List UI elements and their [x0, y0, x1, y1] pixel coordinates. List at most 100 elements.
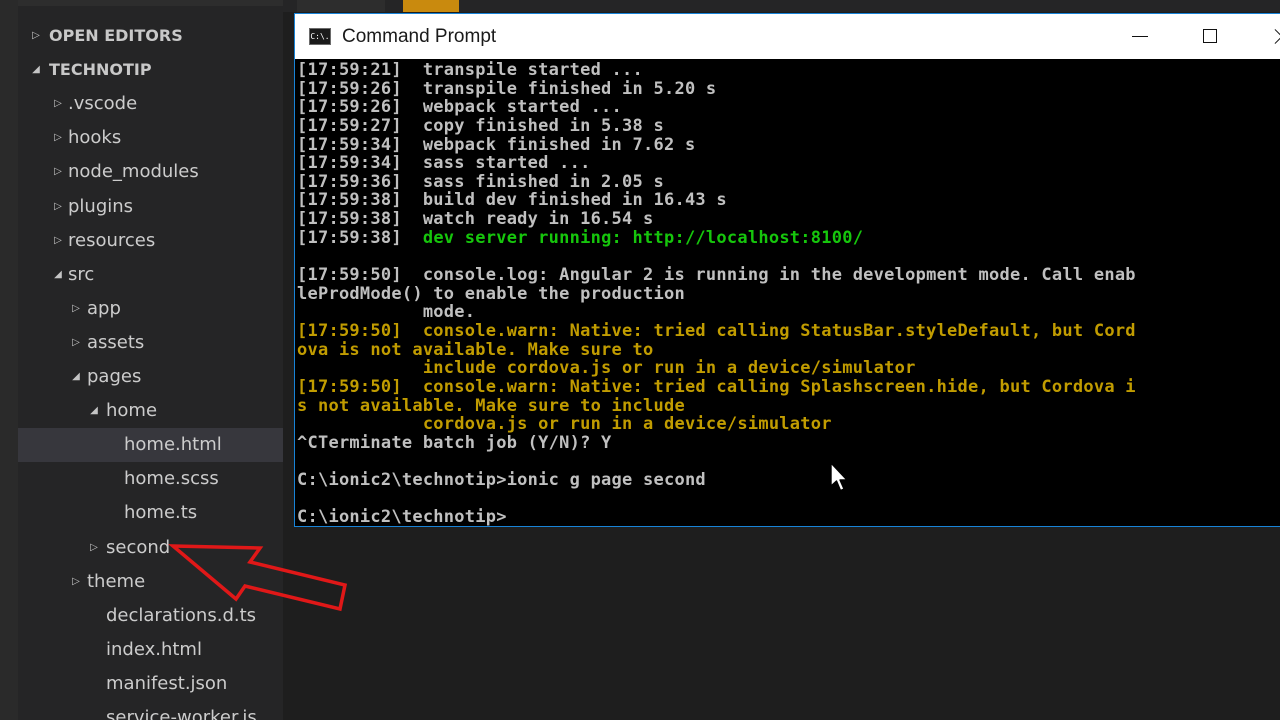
console-line-text: [17:59:34] sass started ... [297, 153, 591, 174]
chevron-down-icon[interactable]: ◢ [70, 360, 82, 394]
console-line: [17:59:34] webpack finished in 7.62 s [297, 134, 1280, 155]
explorer-item-label: src [68, 263, 95, 285]
console-line-text: mode. [297, 302, 476, 323]
chevron-right-icon[interactable]: ▷ [88, 531, 100, 565]
console-server-url: dev server running: http://localhost:810… [422, 227, 864, 248]
explorer-folder[interactable]: ▷ plugins [18, 190, 283, 224]
explorer-item-label: resources [68, 229, 156, 251]
console-line-text: [17:59:50] console.log: Angular 2 is run… [297, 265, 1136, 286]
cmd-icon-text: C:\. [310, 32, 330, 41]
console-line-text: [17:59:50] console.warn: Native: tried c… [297, 376, 1136, 397]
explorer-item-label: manifest.json [106, 672, 228, 694]
cmd-titlebar[interactable]: C:\. Command Prompt [295, 14, 1280, 59]
explorer-section-header[interactable]: ▷ OPEN EDITORS [18, 19, 283, 53]
cmd-title: Command Prompt [342, 26, 497, 47]
console-line-text: ova is not available. Make sure to [297, 339, 654, 360]
cmd-app-icon[interactable]: C:\. [309, 28, 331, 45]
console-line: include cordova.js or run in a device/si… [297, 359, 1280, 378]
explorer-item-label: index.html [106, 638, 202, 660]
console-line-text: [17:59:38] watch ready in 16.54 s [297, 209, 654, 230]
explorer-folder[interactable]: ▷ .vscode [18, 87, 283, 121]
explorer-item-label: OPEN EDITORS [49, 26, 183, 45]
explorer-folder[interactable]: ▷ assets [18, 326, 283, 360]
maximize-button[interactable] [1180, 14, 1240, 59]
console-line: [17:59:50] console.warn: Native: tried c… [297, 378, 1280, 397]
console-line-text: [17:59:36] sass finished in 2.05 s [297, 171, 664, 192]
console-line: [17:59:21] transpile started ... [297, 61, 1280, 80]
explorer-section-header[interactable]: ◢ TECHNOTIP [18, 53, 283, 87]
console-line: ova is not available. Make sure to [297, 339, 1280, 360]
explorer-folder[interactable]: ▷ app [18, 292, 283, 326]
explorer-item-label: theme [87, 570, 146, 592]
chevron-right-icon[interactable]: ▷ [70, 292, 82, 326]
console-line: [17:59:38] build dev finished in 16.43 s [297, 191, 1280, 210]
explorer-item-label: plugins [68, 195, 134, 217]
close-button[interactable] [1250, 14, 1280, 59]
chevron-right-icon[interactable]: ▷ [52, 224, 64, 258]
editor-tab[interactable] [297, 0, 385, 12]
console-line: C:\ionic2\technotip>ionic g page second [297, 471, 1280, 490]
console-line-text: C:\ionic2\technotip>ionic g page second [297, 470, 706, 491]
editor-tab-active[interactable] [403, 0, 459, 12]
console-line: cordova.js or run in a device/simulator [297, 415, 1280, 434]
explorer-item-label: TECHNOTIP [49, 60, 152, 80]
explorer-folder[interactable]: ▷ hooks [18, 121, 283, 155]
console-line-text: ^CTerminate batch job (Y/N)? Y [297, 432, 612, 453]
explorer-file[interactable]: index.html [18, 633, 283, 667]
console-line-text: [17:59:50] console.warn: Native: tried c… [297, 320, 1136, 341]
console-line: mode. [297, 303, 1280, 322]
explorer-item-label: home [106, 400, 158, 422]
explorer-file[interactable]: service-worker.js [18, 701, 283, 720]
console-line-text: s not available. Make sure to include [297, 395, 685, 416]
explorer-folder[interactable]: ◢ src [18, 258, 283, 292]
chevron-right-icon[interactable]: ▷ [70, 565, 82, 599]
console-line-text: leProdMode() to enable the production [297, 283, 685, 304]
command-prompt-window[interactable]: C:\. Command Prompt [17:59:21] transpile… [294, 13, 1280, 527]
chevron-right-icon[interactable]: ▷ [70, 326, 82, 360]
chevron-right-icon[interactable]: ▷ [52, 121, 64, 155]
console-line-text: [17:59:27] copy finished in 5.38 s [297, 115, 664, 136]
maximize-icon [1203, 29, 1217, 43]
explorer-item-label: assets [87, 331, 145, 353]
chevron-right-icon[interactable]: ▷ [52, 155, 64, 189]
explorer-folder[interactable]: ◢ home [18, 394, 283, 428]
console-line: C:\ionic2\technotip> [297, 508, 1280, 526]
chevron-right-icon[interactable]: ▷ [30, 19, 42, 53]
console-line: [17:59:38] watch ready in 16.54 s [297, 210, 1280, 229]
console-line-text: [17:59:26] transpile finished in 5.20 s [297, 78, 717, 99]
explorer-file[interactable]: home.ts [18, 496, 283, 530]
console-line-text: [17:59:26] webpack started ... [297, 97, 623, 118]
console-line: leProdMode() to enable the production [297, 283, 1280, 304]
explorer-folder[interactable]: ▷ node_modules [18, 155, 283, 189]
console-line-text: [17:59:21] transpile started ... [297, 61, 644, 80]
console-line-text: cordova.js or run in a device/simulator [297, 414, 832, 435]
explorer-file[interactable]: home.scss [18, 462, 283, 496]
console-line-text: [17:59:38] [297, 227, 423, 248]
explorer-item-label: hooks [68, 127, 122, 149]
explorer-file[interactable]: manifest.json [18, 667, 283, 701]
minimize-button[interactable] [1110, 14, 1170, 59]
explorer-item-label: app [87, 297, 121, 319]
console-output[interactable]: [17:59:21] transpile started ... [17:59:2… [297, 61, 1280, 526]
chevron-right-icon[interactable]: ▷ [52, 190, 64, 224]
console-line: [17:59:38] dev server running: http://lo… [297, 227, 1280, 248]
explorer-item-label: home.scss [124, 468, 219, 490]
explorer-folder[interactable]: ▷ resources [18, 224, 283, 258]
chevron-right-icon[interactable]: ▷ [52, 87, 64, 121]
explorer-item-label: node_modules [68, 161, 199, 183]
console-line-text: [17:59:38] build dev finished in 16.43 s [297, 190, 727, 211]
minimize-icon [1132, 36, 1148, 37]
explorer-item-label: second [106, 536, 171, 558]
console-line-text: [17:59:34] webpack finished in 7.62 s [297, 134, 696, 155]
explorer-folder[interactable]: ◢ pages [18, 360, 283, 394]
explorer-file[interactable]: home.html [18, 428, 283, 463]
chevron-down-icon[interactable]: ◢ [88, 394, 100, 428]
chevron-down-icon[interactable]: ◢ [52, 258, 64, 292]
console-line: [17:59:27] copy finished in 5.38 s [297, 117, 1280, 136]
console-line: [17:59:26] transpile finished in 5.20 s [297, 78, 1280, 99]
chevron-down-icon[interactable]: ◢ [30, 53, 42, 87]
console-line-text: C:\ionic2\technotip> [297, 507, 507, 526]
console-line: [17:59:36] sass finished in 2.05 s [297, 173, 1280, 192]
